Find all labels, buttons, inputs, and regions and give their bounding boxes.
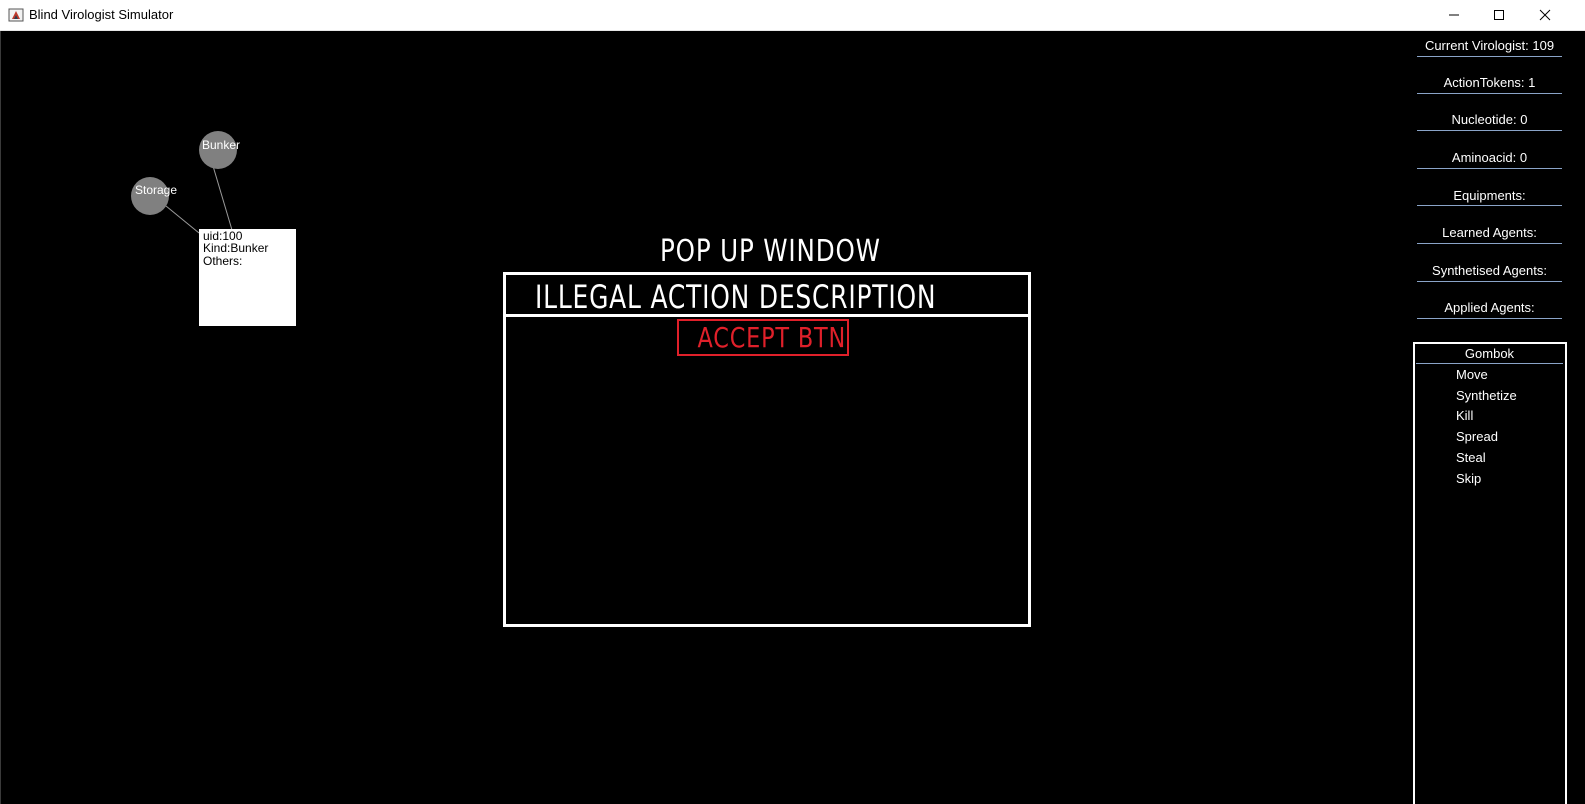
accept-button[interactable]: ACCEPT BTN (677, 319, 849, 356)
learned-agents-label: Learned Agents: (1442, 225, 1537, 240)
current-virologist-label: Current Virologist: 109 (1424, 38, 1555, 53)
maximize-button[interactable] (1476, 0, 1522, 30)
map-connections (165, 165, 233, 234)
stat-underline (1417, 93, 1562, 94)
action-menu-header: Gombok (1416, 344, 1563, 364)
equipments-label: Equipments: (1453, 188, 1526, 203)
action-steal[interactable]: Steal (1456, 449, 1556, 467)
stat-underline (1417, 205, 1562, 206)
aminoacid-label: Aminoacid: 0 (1451, 150, 1528, 165)
info-others: Others: (203, 254, 243, 268)
action-skip[interactable]: Skip (1456, 470, 1556, 488)
stat-underline (1417, 130, 1562, 131)
stat-underline (1417, 56, 1562, 57)
action-synthetize[interactable]: Synthetize (1456, 387, 1556, 405)
minimize-icon (1449, 14, 1459, 16)
stat-underline (1417, 318, 1562, 319)
map-node-bunker-label: Bunker (202, 138, 241, 152)
applied-agents-label: Applied Agents: (1444, 300, 1535, 315)
minimize-button[interactable] (1431, 0, 1477, 30)
action-spread[interactable]: Spread (1456, 428, 1556, 446)
popup-description: ILLEGAL ACTION DESCRIPTION (535, 278, 937, 316)
popup-title: POP UP WINDOW (660, 234, 881, 269)
close-button[interactable] (1522, 0, 1568, 30)
map-node-storage-label: Storage (135, 183, 178, 197)
synthetised-agents-label: Synthetised Agents: (1432, 263, 1547, 278)
maximize-icon (1494, 10, 1504, 20)
stat-underline (1417, 243, 1562, 244)
nucleotide-label: Nucleotide: 0 (1451, 112, 1528, 127)
action-move[interactable]: Move (1456, 366, 1556, 384)
node-info-box: uid:100 Kind:Bunker Others: (199, 229, 296, 326)
action-kill[interactable]: Kill (1456, 407, 1556, 425)
connection-line (165, 205, 200, 234)
action-tokens-label: ActionTokens: 1 (1443, 75, 1536, 90)
accept-button-label: ACCEPT BTN (697, 321, 847, 354)
connection-line (212, 165, 233, 231)
stat-underline (1417, 168, 1562, 169)
stat-underline (1417, 281, 1562, 282)
close-icon (1539, 9, 1551, 21)
